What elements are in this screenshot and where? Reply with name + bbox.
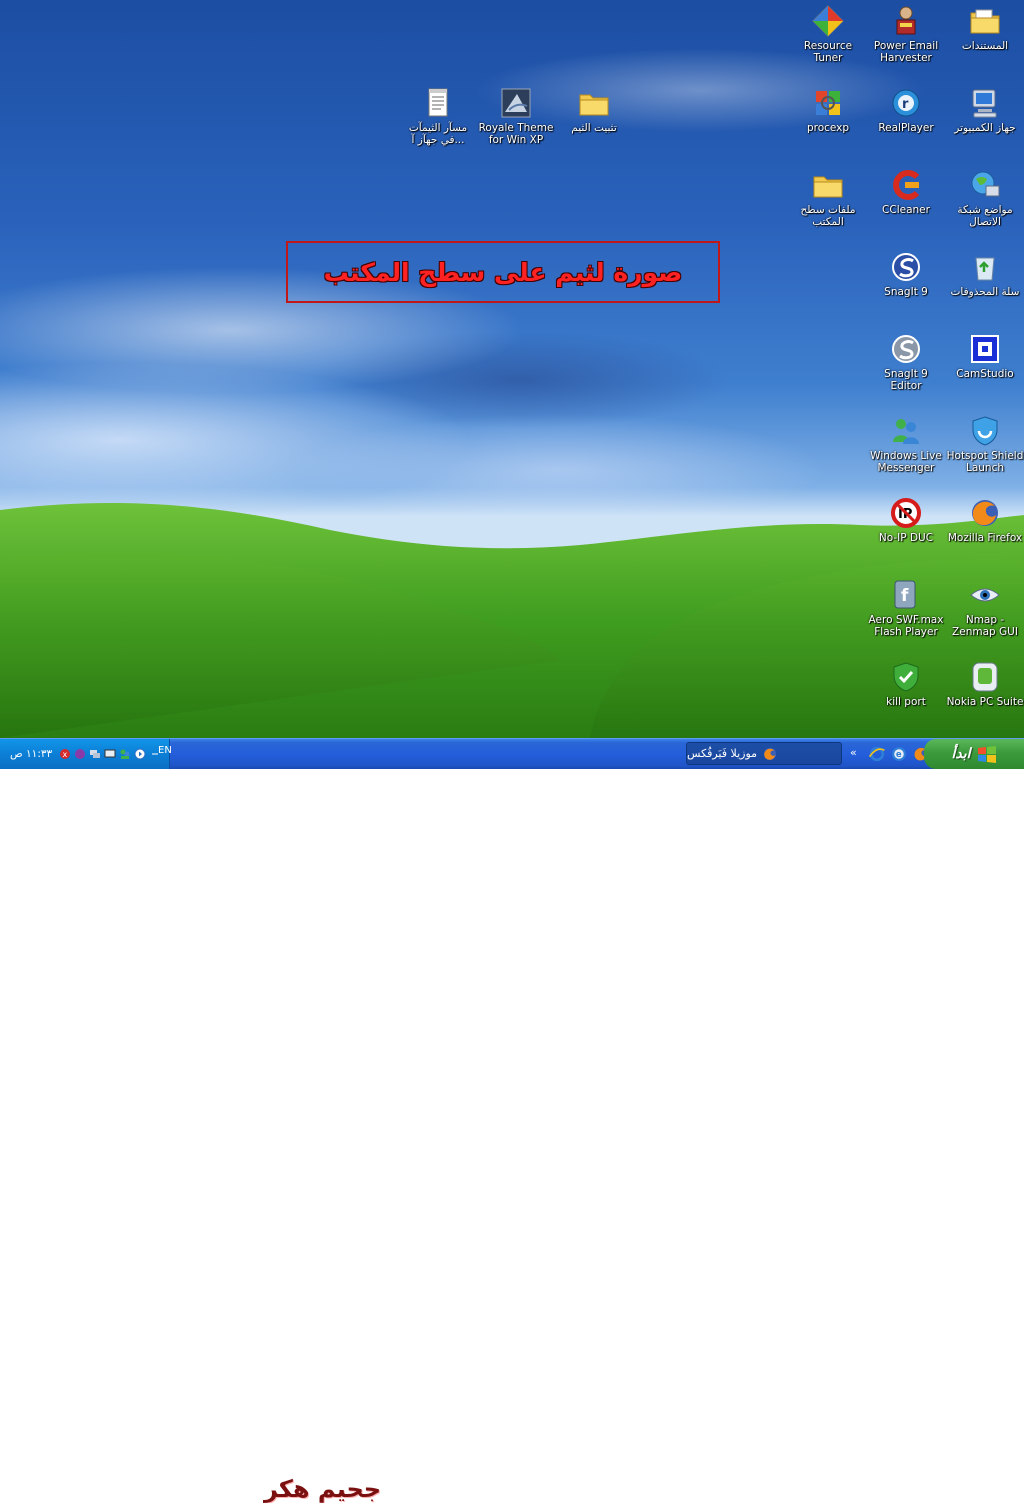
desktop-icon-desktop-files[interactable]: ملفات سطح المكتب (789, 168, 867, 228)
icon-label: Resource Tuner (803, 40, 853, 64)
icon-label: RealPlayer (878, 122, 934, 134)
icon-label: جهاز الكمبيوتر (954, 122, 1016, 134)
svg-text:e: e (896, 749, 902, 759)
callout-text: صورة لثيم على سطح المكتب (323, 257, 683, 287)
icon-label: تثبيت الثيم (571, 122, 617, 134)
ie-icon-2[interactable]: e (890, 745, 908, 763)
security-alert-icon[interactable]: x (59, 748, 71, 760)
desktop-icon-power-email-harvester[interactable]: Power Email Harvester (867, 4, 945, 64)
icon-label: CamStudio (956, 368, 1014, 380)
messenger-icon (893, 419, 919, 444)
flash-player-icon: f (894, 580, 916, 609)
desktop-icon-resource-tuner[interactable]: Resource Tuner (789, 4, 867, 64)
snagit-editor-icon (892, 335, 920, 363)
svg-text:x: x (63, 750, 68, 759)
desktop-icon-royale-theme[interactable]: Royale Theme for Win XP (477, 86, 555, 146)
icon-label: Mozilla Firefox (947, 532, 1023, 544)
firefox-icon (972, 500, 998, 526)
desktop-icon-mozilla-firefox[interactable]: Mozilla Firefox (946, 496, 1024, 544)
system-tray: ١١:٣٣ ص x (0, 739, 170, 769)
quicklaunch-chevron-icon[interactable]: « (850, 746, 857, 759)
shield-icon (972, 416, 998, 446)
start-button-label: ابدأ (951, 746, 971, 762)
folder-icon (579, 94, 609, 116)
icon-label: procexp (806, 122, 850, 134)
media-player-tray-icon[interactable] (134, 748, 146, 760)
network-tray-icon[interactable] (89, 748, 101, 760)
desktop-icon-aero-swf-flash-player[interactable]: f Aero SWF.max Flash Player (867, 578, 945, 638)
email-harvester-icon (896, 6, 916, 35)
eye-icon (970, 588, 1000, 602)
windows-logo-icon (977, 746, 996, 763)
text-document-icon (428, 88, 448, 117)
svg-text:r: r (902, 97, 909, 112)
messenger-tray-icon[interactable] (119, 748, 131, 760)
icon-label: No-IP DUC (878, 532, 934, 544)
desktop-icon-themes-path[interactable]: مسآر الثيمآت ...في جهآز آ (399, 86, 477, 146)
desktop-icon-camstudio[interactable]: CamStudio (946, 332, 1024, 380)
icon-label: مسآر الثيمآت ...في جهآز آ (408, 122, 468, 146)
desktop-icon-hotspot-shield[interactable]: Hotspot Shield Launch (946, 414, 1024, 474)
desktop-icon-my-documents[interactable]: المستندات (946, 4, 1024, 52)
icon-label: ملفات سطح المكتب (800, 204, 856, 228)
procexp-icon (816, 91, 840, 115)
desktop-icon-ccleaner[interactable]: CCleaner (867, 168, 945, 216)
camstudio-icon (971, 335, 999, 363)
folder-documents-icon (970, 9, 1000, 34)
recycle-bin-icon (975, 257, 995, 281)
computer-icon (972, 89, 997, 118)
folder-icon (813, 176, 843, 198)
icon-label: Hotspot Shield Launch (946, 450, 1024, 474)
desktop-icon-procexp[interactable]: procexp (789, 86, 867, 134)
desktop-icon-nmap[interactable]: Nmap - Zenmap GUI (946, 578, 1024, 638)
desktop-icon-realplayer[interactable]: r RealPlayer (867, 86, 945, 134)
icon-label: المستندات (961, 40, 1009, 52)
desktop-icon-snagit-9-editor[interactable]: SnagIt 9 Editor (867, 332, 945, 392)
desktop[interactable]: المستندات جهاز الكمبيوتر مواضع شبكة الات… (0, 0, 1024, 738)
desktop-icon-nokia-pc-suite[interactable]: Nokia PC Suite (946, 660, 1024, 708)
desktop-icon-snagit-9[interactable]: SnagIt 9 (867, 250, 945, 298)
desktop-icon-kill-port[interactable]: kill port (867, 660, 945, 708)
desktop-icon-my-computer[interactable]: جهاز الكمبيوتر (946, 86, 1024, 134)
icon-label: CCleaner (882, 204, 930, 216)
icon-label: Nokia PC Suite (946, 696, 1024, 708)
taskbar: ١١:٣٣ ص x EN جحيم هكر موزيلا فَيَرفُكس «… (0, 738, 1024, 1503)
snagit-icon (892, 253, 920, 281)
icon-label: Royale Theme for Win XP (478, 122, 554, 146)
icon-label: kill port (886, 696, 926, 708)
icon-label: SnagIt 9 Editor (884, 368, 928, 392)
royale-theme-icon (501, 88, 531, 118)
svg-text:f: f (901, 586, 909, 606)
desktop-icon-network-places[interactable]: مواضع شبكة الاتصال (946, 168, 1024, 228)
resource-tuner-icon (812, 5, 844, 37)
ie-icon[interactable] (868, 745, 886, 763)
nokia-pc-suite-icon (972, 662, 998, 692)
icon-label: Aero SWF.max Flash Player (868, 614, 944, 638)
icon-label: Nmap - Zenmap GUI (952, 614, 1018, 638)
realplayer-icon: r (892, 89, 920, 117)
network-places-icon (971, 171, 1000, 197)
taskbar-button-firefox[interactable]: موزيلا فَيَرفُكس (686, 742, 842, 765)
taskbar-button-label: موزيلا فَيَرفُكس (687, 747, 758, 760)
no-ip-icon: IP (891, 498, 921, 528)
desktop-icon-no-ip-duc[interactable]: IP No-IP DUC (867, 496, 945, 544)
desktop-icon-recycle-bin[interactable]: سلة المحذوفات (946, 250, 1024, 298)
icon-label: Power Email Harvester (873, 40, 939, 64)
language-indicator[interactable]: EN (158, 745, 172, 756)
firefox-icon (763, 747, 777, 760)
start-button[interactable]: ابدأ (924, 739, 1024, 769)
monitor-tray-icon[interactable] (104, 748, 116, 760)
callout-box: صورة لثيم على سطح المكتب (286, 241, 720, 303)
kill-port-shield-icon (893, 662, 919, 692)
icon-label: سلة المحذوفات (950, 286, 1020, 298)
shield-tray-icon[interactable] (74, 748, 86, 760)
icon-label: SnagIt 9 (884, 286, 928, 298)
icon-label: Windows Live Messenger (870, 450, 942, 474)
watermark-text: جحيم هكر (264, 1475, 382, 1503)
desktop-icon-windows-live-messenger[interactable]: Windows Live Messenger (867, 414, 945, 474)
ccleaner-icon (893, 170, 920, 200)
clock[interactable]: ١١:٣٣ ص (10, 748, 52, 760)
desktop-icon-install-theme[interactable]: تثبيت الثيم (555, 86, 633, 134)
icon-label: مواضع شبكة الاتصال (957, 204, 1013, 228)
